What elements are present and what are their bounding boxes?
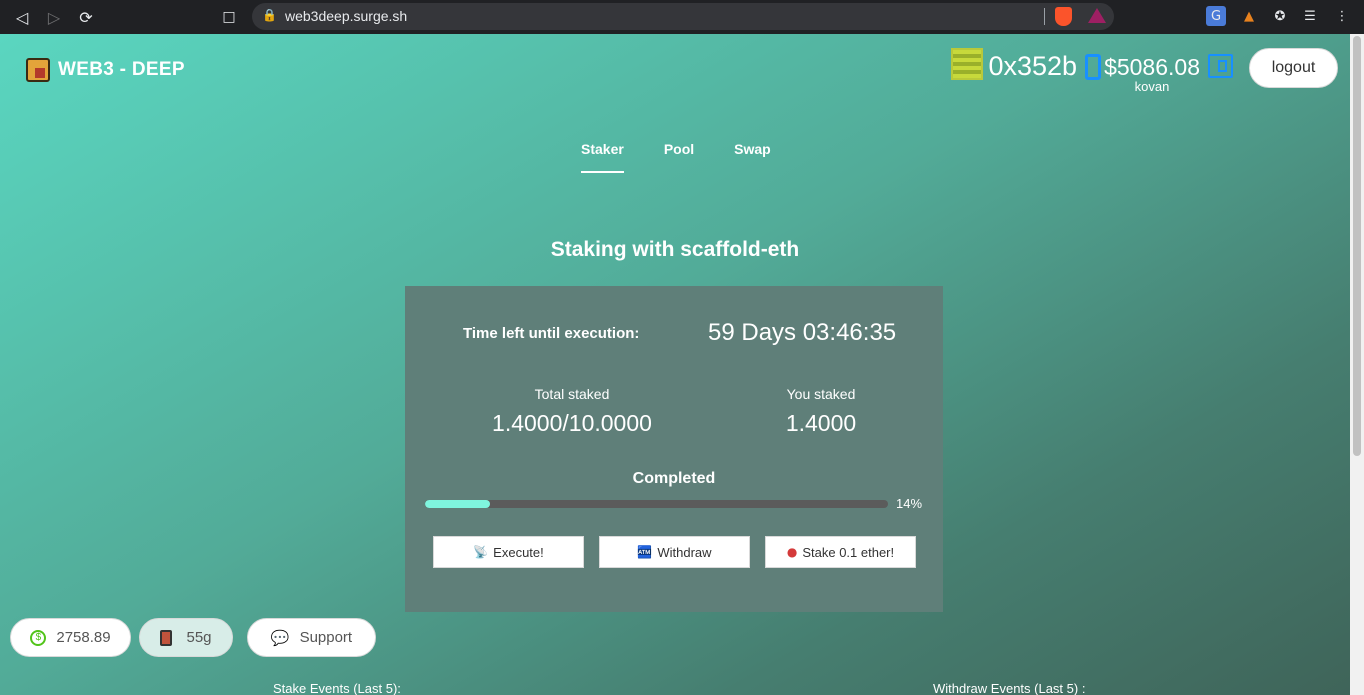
staking-card: Time left until execution: 59 Days 03:46… (405, 286, 943, 612)
translate-icon[interactable]: G (1206, 6, 1226, 26)
media-control-icon[interactable]: ☰ (1300, 6, 1320, 26)
wallet-icon[interactable] (1208, 54, 1233, 78)
browser-toolbar: ◁ ▷ ⟳ □ 🔒 web3deep.surge.sh G ▲ ✪ ☰ ⋮ (0, 0, 1364, 34)
account-panel: 0x352b $5086.08 kovan logout (951, 48, 1338, 94)
tab-staker[interactable]: Staker (581, 141, 624, 173)
total-staked-label: Total staked (534, 386, 610, 402)
address-bar[interactable]: 🔒 web3deep.surge.sh (252, 3, 1114, 30)
gas-price-button[interactable]: 55g (139, 618, 233, 657)
brave-rewards-icon[interactable] (1088, 8, 1106, 23)
time-left-label: Time left until execution: (463, 325, 640, 342)
reload-icon[interactable]: ⟳ (74, 5, 98, 29)
tab-swap[interactable]: Swap (734, 141, 771, 157)
chat-icon: 💬 (270, 628, 290, 647)
support-button[interactable]: 💬 Support (247, 618, 376, 657)
brave-shields-icon[interactable] (1055, 7, 1072, 26)
page-scrollbar[interactable] (1350, 34, 1364, 695)
stake-label: Stake 0.1 ether! (802, 544, 895, 560)
wallet-address[interactable]: 0x352b (988, 48, 1077, 84)
main-tabs: Staker Pool Swap (581, 141, 811, 173)
bookmark-icon[interactable]: □ (217, 5, 241, 29)
withdraw-label: Withdraw (657, 544, 712, 560)
satellite-icon: 📡 (473, 545, 489, 559)
forward-icon[interactable]: ▷ (42, 5, 66, 29)
you-staked-value: 1.4000 (785, 410, 857, 436)
back-icon[interactable]: ◁ (10, 5, 34, 29)
blockie-avatar (951, 48, 984, 80)
lock-icon: 🔒 (262, 8, 277, 22)
you-staked-label: You staked (786, 386, 856, 402)
menu-icon[interactable]: ⋮ (1332, 6, 1352, 26)
metamask-icon[interactable]: ▲ (1239, 6, 1259, 26)
logout-button[interactable]: logout (1249, 48, 1338, 88)
divider (1044, 8, 1045, 25)
stake-events-title: Stake Events (Last 5): (273, 681, 401, 695)
tab-pool[interactable]: Pool (664, 141, 694, 157)
progress-bar (425, 500, 888, 508)
time-left-value: 59 Days 03:46:35 (708, 319, 897, 346)
page-title: Staking with scaffold-eth (550, 238, 800, 261)
execute-button[interactable]: 📡 Execute! (433, 536, 584, 568)
url-text: web3deep.surge.sh (285, 8, 408, 24)
atm-icon: 🏧 (637, 545, 653, 559)
scrollbar-thumb[interactable] (1353, 36, 1361, 456)
app-logo[interactable]: WEB3 - DEEP (26, 58, 185, 82)
total-staked-value: 1.4000/10.0000 (492, 410, 652, 436)
execute-label: Execute! (493, 544, 544, 560)
copy-icon[interactable] (1085, 54, 1102, 80)
progress-percent: 14% (896, 496, 923, 511)
app-viewport: WEB3 - DEEP 0x352b $5086.08 kovan logout… (0, 34, 1350, 695)
withdraw-events-title: Withdraw Events (Last 5) : (933, 681, 1086, 695)
meat-icon: ● (786, 545, 798, 559)
eth-price: 2758.89 (56, 629, 111, 646)
fuel-pump-icon (160, 629, 173, 646)
logo-icon (26, 58, 50, 82)
gas-price: 55g (186, 629, 212, 646)
balance-block: $5086.08 kovan (1104, 48, 1200, 94)
progress-fill (425, 500, 490, 508)
stake-button[interactable]: ● Stake 0.1 ether! (765, 536, 916, 568)
withdraw-button[interactable]: 🏧 Withdraw (599, 536, 750, 568)
network-name: kovan (1134, 79, 1170, 94)
eth-price-button[interactable]: $ 2758.89 (10, 618, 131, 657)
completed-label: Completed (632, 470, 716, 487)
support-label: Support (299, 629, 353, 646)
dollar-icon: $ (30, 629, 47, 646)
logo-text: WEB3 - DEEP (58, 59, 185, 80)
extensions-icon[interactable]: ✪ (1270, 6, 1290, 26)
